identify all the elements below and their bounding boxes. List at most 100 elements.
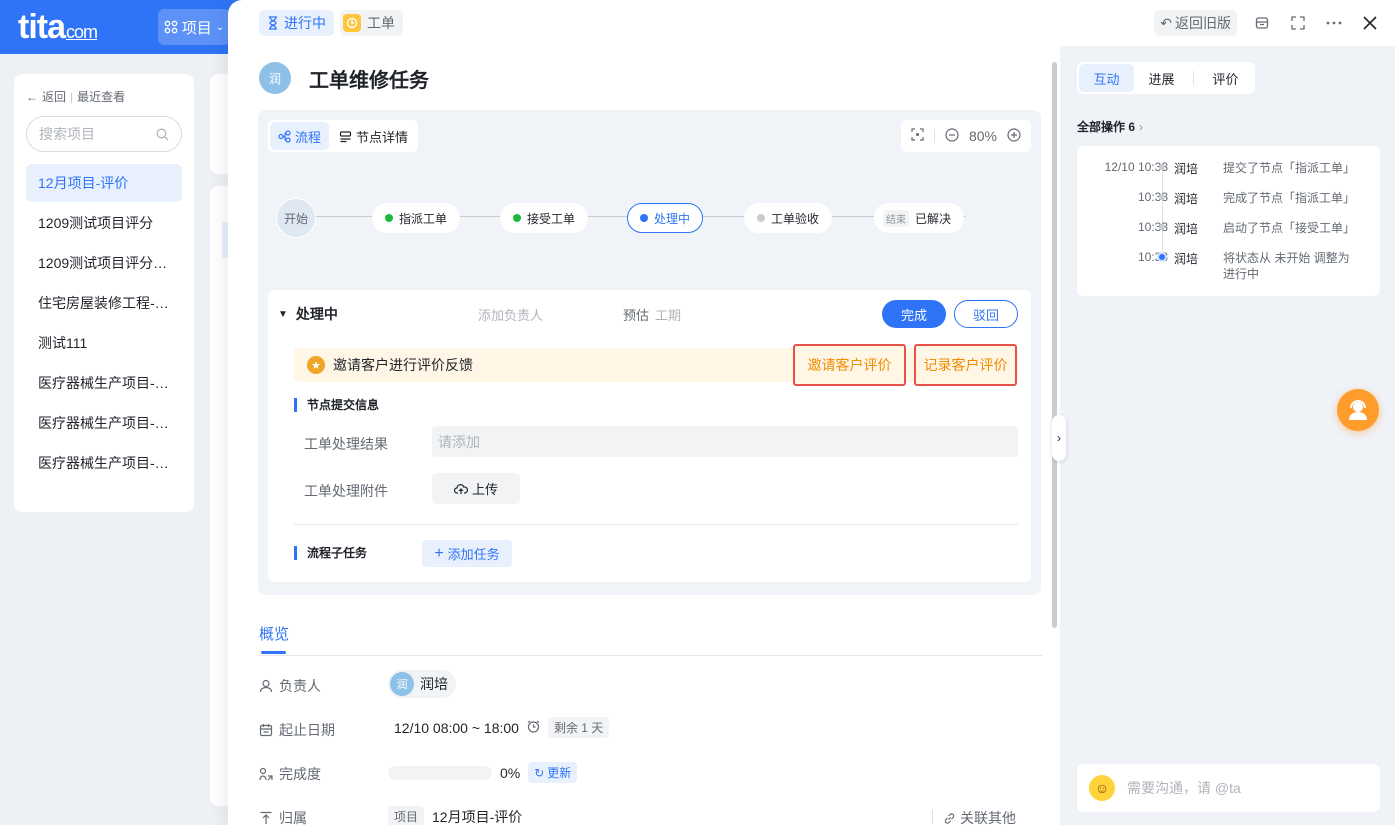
clock-icon	[343, 14, 361, 32]
owner-chip[interactable]: 润 润培	[388, 670, 456, 698]
tab-flow-label: 流程	[295, 129, 322, 145]
tab-flow[interactable]: 流程	[270, 122, 330, 150]
customer-support-button[interactable]	[1337, 389, 1379, 431]
log-entry: 12/10 10:33 润培 提交了节点「指派工单」	[1077, 146, 1380, 176]
flow-node-assign[interactable]: 指派工单	[372, 203, 461, 233]
belong-type-tag: 项目	[388, 806, 425, 825]
back-link[interactable]: 返回	[42, 88, 66, 105]
flow-node-end[interactable]: 结束 已解决	[874, 203, 965, 233]
project-list-item[interactable]: 医疗器械生产项目-…	[26, 364, 182, 402]
log-user[interactable]: 润培	[1174, 250, 1198, 267]
fullscreen-icon[interactable]	[1287, 12, 1309, 34]
task-detail-drawer: 进行中 工单 ↶ 返回旧版 润 工单维修任务 流程 节点详情 80% 开始 指派…	[228, 0, 1395, 825]
result-label: 工单处理结果	[304, 436, 388, 452]
project-search-box[interactable]	[26, 116, 182, 152]
project-list-item[interactable]: 测试111	[26, 324, 182, 362]
type-badge[interactable]: 工单	[340, 10, 403, 36]
link-other-button[interactable]: 关联其他	[943, 808, 1016, 825]
progress-bar[interactable]	[388, 765, 492, 780]
project-list-item[interactable]: 医疗器械生产项目-…	[26, 444, 182, 482]
project-list-item[interactable]: 1209测试项目评分…	[26, 244, 182, 282]
close-icon[interactable]	[1359, 12, 1381, 34]
log-user[interactable]: 润培	[1174, 160, 1198, 177]
tab-progress[interactable]: 进展	[1134, 64, 1189, 92]
progress-value: 0% ↻ 更新	[388, 762, 578, 783]
flow-node-accept[interactable]: 接受工单	[500, 203, 589, 233]
date-range[interactable]: 12/10 08:00 ~ 18:00	[394, 720, 519, 736]
project-list-item[interactable]: 1209测试项目评分	[26, 204, 182, 242]
project-menu-button[interactable]: 项目 ⌄	[158, 9, 230, 45]
cloud-upload-icon	[453, 483, 468, 494]
project-search-input[interactable]	[39, 126, 139, 142]
update-progress-button[interactable]: ↻ 更新	[528, 762, 578, 783]
belong-project-link[interactable]: 12月项目-评价	[432, 807, 522, 825]
scrollbar[interactable]	[1052, 62, 1057, 628]
project-list-item[interactable]: 12月项目-评价	[26, 164, 182, 202]
tab-review[interactable]: 评价	[1198, 64, 1253, 92]
section-title: 流程子任务	[294, 546, 367, 560]
revert-old-version-button[interactable]: ↶ 返回旧版	[1154, 10, 1237, 36]
tab-node-detail[interactable]: 节点详情	[331, 122, 416, 150]
alarm-clock-icon[interactable]	[527, 720, 540, 736]
chevron-down-icon: ⌄	[215, 21, 225, 33]
back-arrow-icon[interactable]: ←	[26, 90, 38, 104]
timeline-dot	[1159, 224, 1165, 230]
progress-label: 完成度	[279, 766, 321, 782]
add-task-button[interactable]: + 添加任务	[422, 540, 512, 567]
list-icon	[339, 130, 352, 142]
tab-interaction[interactable]: 互动	[1079, 64, 1134, 92]
project-list-item[interactable]: 医疗器械生产项目-…	[26, 404, 182, 442]
task-title-row: 润 工单维修任务	[259, 62, 429, 94]
estimate-label: 预估	[623, 307, 650, 323]
complete-button[interactable]: 完成	[882, 300, 946, 328]
fit-screen-icon[interactable]	[911, 128, 924, 144]
project-list-item[interactable]: 住宅房屋装修工程-…	[26, 284, 182, 322]
project-list: 12月项目-评价 1209测试项目评分 1209测试项目评分… 住宅房屋装修工程…	[26, 164, 182, 484]
timeline-dot	[1159, 194, 1165, 200]
zoom-in-icon[interactable]	[1007, 127, 1021, 145]
progress-text: 0%	[500, 764, 521, 781]
section-title: 节点提交信息	[294, 398, 379, 412]
zoom-out-icon[interactable]	[945, 127, 959, 145]
owner-value: 润 润培	[388, 670, 456, 698]
search-icon[interactable]	[156, 128, 169, 141]
more-icon[interactable]	[1323, 12, 1345, 34]
flow-node-start[interactable]: 开始	[276, 198, 316, 238]
invite-customer-review-button[interactable]: 邀请客户评价	[793, 344, 906, 386]
tab-overview[interactable]: 概览	[259, 623, 289, 644]
record-customer-review-button[interactable]: 记录客户评价	[914, 344, 1017, 386]
all-operations-filter[interactable]: 全部操作 6 ›	[1077, 118, 1143, 135]
caret-down-icon[interactable]: ▼	[278, 309, 288, 320]
flow-node-processing[interactable]: 处理中	[627, 203, 704, 233]
result-field[interactable]	[432, 426, 1018, 457]
link-icon	[944, 812, 955, 824]
upload-button[interactable]: 上传	[432, 473, 520, 504]
timeline-dot	[1159, 164, 1165, 170]
log-action: 启动了节点「接受工单」	[1223, 221, 1356, 235]
estimate-placeholder: 工期	[655, 307, 682, 323]
recent-link[interactable]: 最近查看	[77, 88, 125, 105]
invite-text: 邀请客户进行评价反馈	[333, 357, 473, 373]
estimate-field[interactable]: 预估 工期	[623, 305, 681, 324]
add-task-label: 添加任务	[447, 547, 500, 562]
page-title[interactable]: 工单维修任务	[309, 64, 429, 93]
comment-input[interactable]	[1127, 780, 1347, 796]
reject-button[interactable]: 驳回	[954, 300, 1018, 328]
log-user[interactable]: 润培	[1174, 190, 1198, 207]
status-dot	[640, 214, 648, 222]
flow-node-acceptance[interactable]: 工单验收	[744, 203, 833, 233]
log-user[interactable]: 润培	[1174, 220, 1198, 237]
add-assignee-field[interactable]: 添加负责人	[478, 305, 543, 324]
node-detail-card: ▼ 处理中 添加负责人 预估 工期 完成 驳回 ★ 邀请客户进行评价反馈 邀请客户…	[268, 290, 1031, 582]
archive-icon[interactable]	[1251, 12, 1273, 34]
status-badge[interactable]: 进行中	[259, 10, 334, 36]
flow-node-label: 开始	[283, 211, 308, 226]
result-input[interactable]	[438, 433, 1012, 450]
collapse-panel-handle[interactable]: ›	[1052, 415, 1066, 461]
tita-logo[interactable]: titacom	[18, 8, 98, 47]
date-row: 起止日期	[259, 720, 335, 740]
emoji-icon[interactable]: ☺	[1089, 775, 1115, 801]
comment-box[interactable]: ☺	[1077, 764, 1380, 812]
divider: |	[70, 89, 74, 104]
date-value: 12/10 08:00 ~ 18:00 剩余 1 天	[394, 717, 610, 738]
